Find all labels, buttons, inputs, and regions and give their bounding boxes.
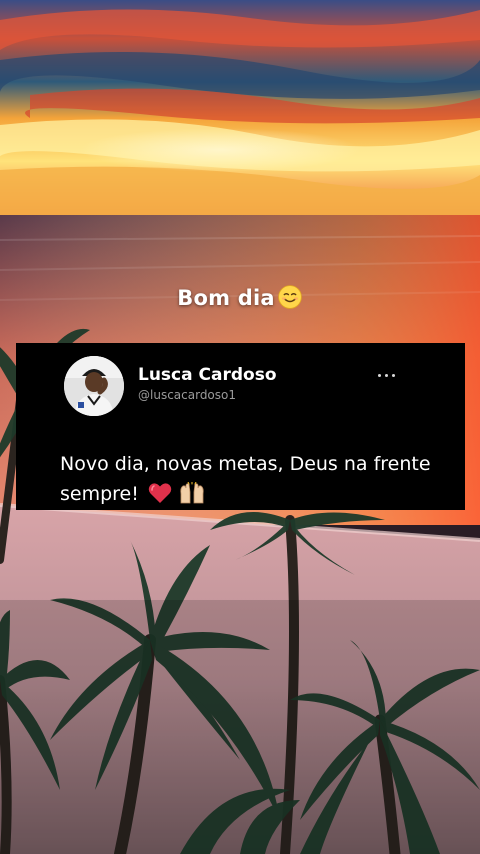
- tweet-card: Lusca Cardoso @luscacardoso1 Novo dia, n…: [16, 343, 465, 510]
- author-name[interactable]: Lusca Cardoso: [138, 365, 277, 385]
- video-frame: Bom dia Lusca Cardoso @luscacardoso1 Nov…: [0, 0, 480, 854]
- tweet-text-block: Novo dia, novas metas, Deus na frente se…: [60, 449, 455, 513]
- author-handle[interactable]: @luscacardoso1: [138, 388, 236, 402]
- raising-hands-icon: [180, 481, 204, 504]
- profile-photo: [64, 356, 124, 416]
- avatar[interactable]: [64, 356, 124, 416]
- more-horizontal-icon[interactable]: [370, 363, 402, 387]
- red-heart-icon: [148, 483, 172, 503]
- greeting-caption: Bom dia: [0, 284, 480, 310]
- tweet-body: Novo dia, novas metas, Deus na frente se…: [60, 453, 431, 505]
- smiling-face-icon: [277, 285, 302, 309]
- tweet-emojis: [148, 481, 206, 513]
- greeting-text: Bom dia: [177, 286, 275, 310]
